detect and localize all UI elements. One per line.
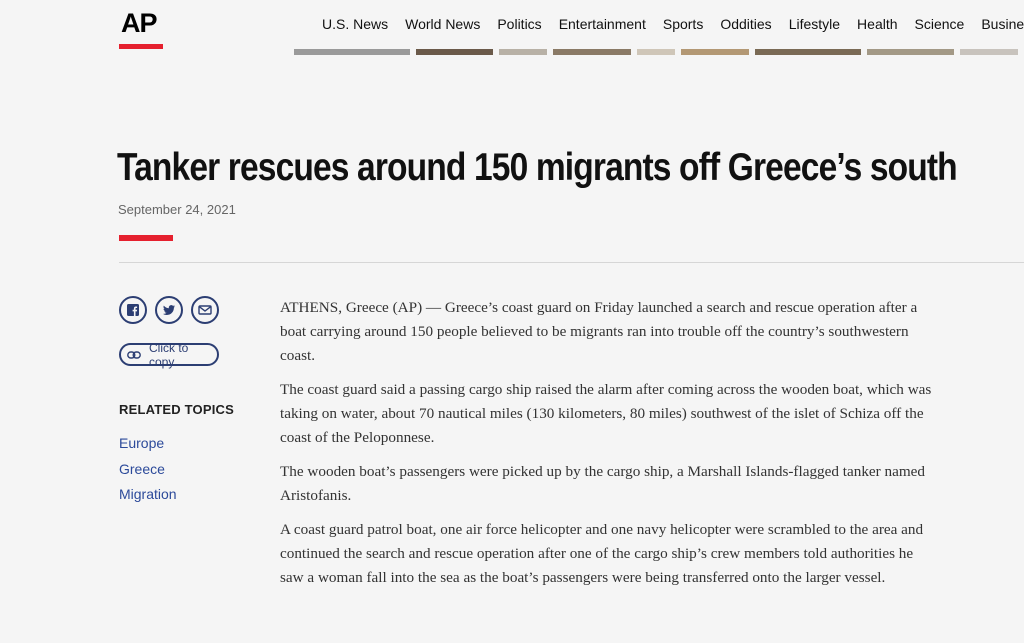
twitter-icon xyxy=(163,305,175,315)
share-twitter-button[interactable] xyxy=(155,296,183,324)
topic-link-migration[interactable]: Migration xyxy=(119,486,177,502)
topic-link-europe[interactable]: Europe xyxy=(119,435,164,451)
nav-science[interactable]: Science xyxy=(915,14,965,34)
article-body: ATHENS, Greece (AP) — Greece’s coast gua… xyxy=(280,296,940,600)
copy-link-label: Click to copy xyxy=(149,340,189,369)
share-buttons xyxy=(119,296,227,324)
link-icon xyxy=(127,350,141,359)
article-date: September 24, 2021 xyxy=(118,202,236,217)
share-facebook-button[interactable] xyxy=(119,296,147,324)
nav-thumbnail-strip xyxy=(294,49,1024,55)
nav-world-news[interactable]: World News xyxy=(405,14,480,34)
divider xyxy=(119,262,1024,263)
thumb-strip-segment xyxy=(754,49,862,55)
logo-text: AP xyxy=(121,8,158,38)
email-icon xyxy=(198,305,212,315)
nav-sports[interactable]: Sports xyxy=(663,14,703,34)
thumb-strip-segment xyxy=(681,49,749,55)
article-paragraph: ATHENS, Greece (AP) — Greece’s coast gua… xyxy=(280,299,918,364)
nav-entertainment[interactable]: Entertainment xyxy=(559,14,646,34)
thumb-strip-segment xyxy=(867,49,955,55)
thumb-strip-segment xyxy=(294,49,410,55)
facebook-icon xyxy=(127,304,139,316)
nav-business[interactable]: Business xyxy=(981,14,1024,34)
nav-health[interactable]: Health xyxy=(857,14,897,34)
nav-lifestyle[interactable]: Lifestyle xyxy=(789,14,840,34)
nav-politics[interactable]: Politics xyxy=(497,14,541,34)
ap-logo[interactable]: AP xyxy=(119,8,163,50)
article-headline: Tanker rescues around 150 migrants off G… xyxy=(117,146,958,189)
thumb-strip-segment xyxy=(636,49,676,55)
thumb-strip-segment xyxy=(553,49,631,55)
site-header: AP U.S. News World News Politics Enterta… xyxy=(0,0,1024,56)
thumb-strip-segment xyxy=(499,49,548,55)
thumb-strip-segment xyxy=(960,49,1018,55)
nav-oddities[interactable]: Oddities xyxy=(720,14,771,34)
main-nav: U.S. News World News Politics Entertainm… xyxy=(322,14,1024,34)
share-email-button[interactable] xyxy=(191,296,219,324)
article-paragraph: The wooden boat’s passengers were picked… xyxy=(280,463,925,504)
copy-link-button[interactable]: Click to copy xyxy=(119,340,219,369)
article-paragraph: A coast guard patrol boat, one air force… xyxy=(280,521,924,586)
nav-us-news[interactable]: U.S. News xyxy=(322,14,388,34)
headline-accent-bar xyxy=(119,235,173,241)
article-paragraph: The coast guard said a passing cargo shi… xyxy=(280,381,932,446)
topic-link-greece[interactable]: Greece xyxy=(119,461,165,477)
thumb-strip-segment xyxy=(415,49,494,55)
related-topics-heading: RELATED TOPICS xyxy=(119,402,234,417)
logo-underline xyxy=(119,44,163,49)
